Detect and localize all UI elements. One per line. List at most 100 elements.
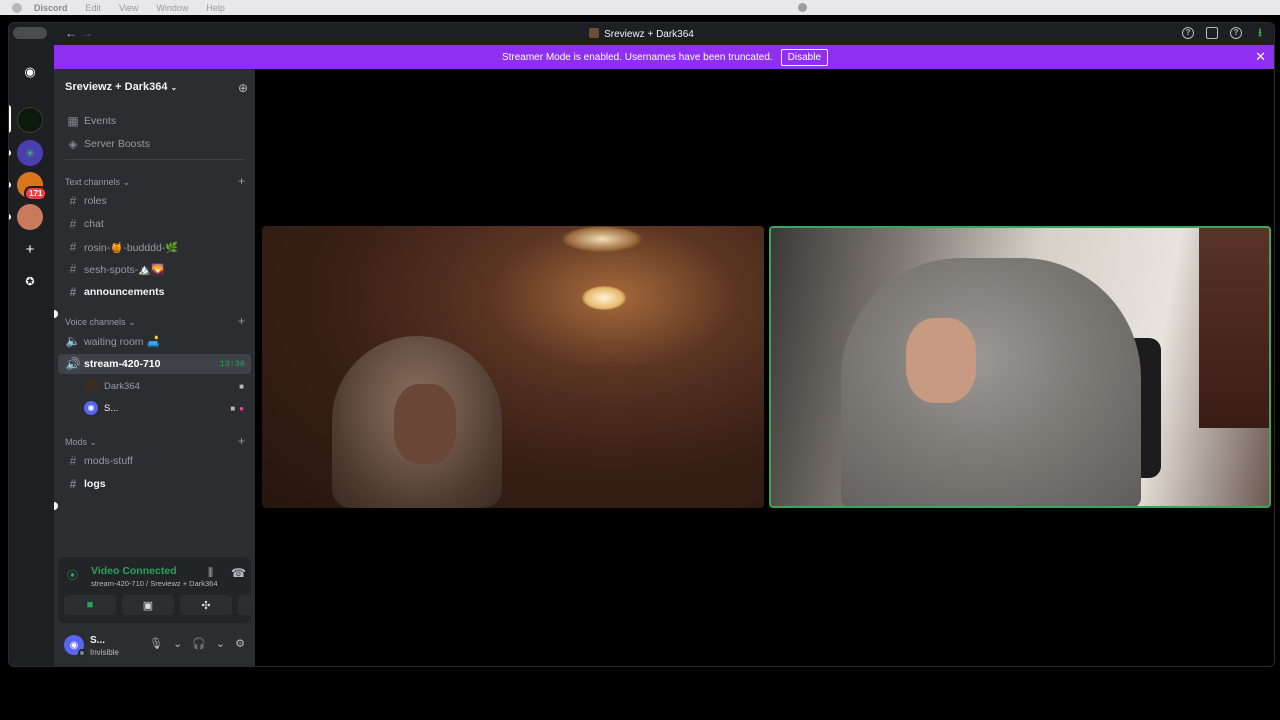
hashtag-icon: #: [69, 194, 77, 208]
titlebar-icons: ? ? ⭳: [1182, 27, 1266, 39]
add-channel-icon[interactable]: +: [238, 175, 245, 188]
menu-help[interactable]: Help: [206, 3, 225, 13]
video-icon: ■: [239, 381, 244, 391]
nitro-icon: ●: [239, 403, 244, 413]
server-name-header[interactable]: Sreviewz + Dark364 ⌄: [65, 81, 177, 93]
ceiling-light-image: [562, 226, 642, 252]
voice-channel-stream[interactable]: 🔊 stream-420-710 13:38: [58, 354, 251, 374]
download-icon[interactable]: ⭳: [1254, 27, 1266, 39]
chevron-down-icon[interactable]: ⌄: [216, 637, 225, 650]
discord-window: ← → Sreviewz + Dark364 ? ? ⭳ ◉ ✳ 171 + ✪…: [8, 22, 1275, 667]
mention-badge: 171: [24, 186, 48, 201]
sidebar-item-server-boosts[interactable]: ◈ Server Boosts: [58, 134, 251, 154]
hashtag-icon: #: [69, 262, 77, 276]
unread-indicator: [54, 310, 58, 318]
invite-people-icon[interactable]: ⊕: [238, 81, 248, 95]
hashtag-icon: #: [69, 454, 77, 468]
channel-chat[interactable]: # chat: [58, 214, 251, 234]
noise-suppression-icon[interactable]: ⫼: [208, 567, 213, 580]
unread-pill: [9, 182, 11, 188]
video-stage: [255, 69, 1274, 666]
category-voice-channels[interactable]: Voice channels ⌄ +: [65, 315, 245, 328]
hashtag-icon: #: [69, 285, 77, 299]
banner-text: Streamer Mode is enabled. Usernames have…: [501, 51, 773, 63]
discord-home-icon[interactable]: ◉: [17, 59, 43, 85]
headphones-icon[interactable]: 🎧: [192, 637, 206, 650]
add-channel-icon[interactable]: +: [238, 315, 245, 328]
settings-gear-icon[interactable]: ⚙: [235, 637, 245, 650]
channel-logs[interactable]: # logs: [58, 474, 251, 494]
chevron-down-icon[interactable]: ⌄: [173, 637, 182, 650]
close-icon[interactable]: ✕: [1255, 49, 1266, 65]
channel-sidebar: Sreviewz + Dark364 ⌄ ⊕ ▦ Events ◈ Server Bo…: [54, 69, 290, 666]
lamp-image: [582, 286, 626, 310]
window-title: Sreviewz + Dark364: [9, 28, 1274, 40]
selected-server-pill: [9, 105, 11, 133]
voice-connection-panel: ⦿ Video Connected stream-420-710 / Srevi…: [58, 557, 290, 623]
server-sreviewz-icon[interactable]: [17, 107, 43, 133]
menu-view[interactable]: View: [119, 3, 138, 13]
channel-rosin[interactable]: # rosin-🍯-budddd-🌿: [58, 237, 251, 257]
video-tile-dark364[interactable]: [262, 226, 764, 508]
help-icon[interactable]: ?: [1182, 27, 1194, 39]
voice-user-dark364[interactable]: Dark364 ■: [84, 377, 244, 395]
menu-edit[interactable]: Edit: [86, 3, 102, 13]
apple-icon[interactable]: [12, 2, 22, 13]
server-rail: ◉ ✳ 171 + ✪: [9, 45, 53, 666]
voice-channel-waiting-room[interactable]: 🔈 waiting room 🛋️: [58, 331, 251, 351]
username[interactable]: S...: [90, 635, 105, 646]
voice-status[interactable]: Video Connected: [91, 565, 177, 577]
menu-app-name[interactable]: Discord: [34, 3, 68, 13]
microphone-icon[interactable]: 🎙: [149, 637, 163, 650]
participant-video-image: [332, 336, 502, 508]
server-icon: [589, 28, 600, 38]
jacket-image: [1199, 228, 1269, 428]
boost-icon: ◈: [68, 137, 78, 151]
unread-pill: [9, 214, 11, 220]
chevron-down-icon: ⌄: [122, 177, 131, 187]
channel-timer: 13:38: [219, 359, 245, 369]
voice-user-self[interactable]: ◉ S... ■ ●: [84, 399, 244, 417]
unread-pill: [9, 150, 11, 156]
menu-window[interactable]: Window: [156, 3, 188, 13]
channel-roles[interactable]: # roles: [58, 191, 251, 211]
divider: [65, 159, 245, 160]
video-tile-self-speaking[interactable]: [769, 226, 1271, 508]
calendar-icon: ▦: [67, 114, 79, 128]
activities-button[interactable]: ✣: [180, 595, 232, 615]
avatar: [84, 379, 98, 393]
hashtag-icon: #: [69, 217, 77, 231]
chevron-down-icon: ⌄: [89, 437, 98, 447]
camera-indicator-icon: [798, 3, 807, 12]
category-mods[interactable]: Mods ⌄ +: [65, 435, 245, 448]
channel-mods-stuff[interactable]: # mods-stuff: [58, 451, 251, 471]
speaker-icon: 🔈: [65, 334, 81, 348]
server-avatar-icon[interactable]: [17, 204, 43, 230]
explore-compass-icon[interactable]: ✪: [17, 268, 43, 294]
camera-button[interactable]: ■: [64, 595, 116, 615]
screen-share-button[interactable]: ▣: [122, 595, 174, 615]
add-channel-icon[interactable]: +: [238, 435, 245, 448]
macos-menubar: Discord Edit View Window Help: [0, 0, 1280, 15]
chevron-down-icon: ⌄: [128, 317, 136, 327]
inbox-icon[interactable]: [1206, 27, 1218, 39]
titlebar: ← → Sreviewz + Dark364 ? ? ⭳: [9, 23, 1274, 45]
video-icon: ■: [230, 403, 236, 413]
signal-icon[interactable]: ⦿: [67, 567, 78, 583]
streamer-mode-banner: Streamer Mode is enabled. Usernames have…: [54, 45, 1274, 69]
channel-sesh-spots[interactable]: # sesh-spots-🏔️🌄: [58, 259, 251, 279]
sidebar-item-events[interactable]: ▦ Events: [58, 111, 251, 131]
user-status: Invisible: [90, 648, 119, 657]
category-text-channels[interactable]: Text channels ⌄ +: [65, 175, 245, 188]
support-icon[interactable]: ?: [1230, 27, 1242, 39]
avatar: ◉: [84, 401, 98, 415]
server-leaf-icon[interactable]: ✳: [17, 140, 43, 166]
add-server-icon[interactable]: +: [17, 236, 43, 262]
unread-indicator: [54, 502, 58, 510]
disable-button[interactable]: Disable: [780, 48, 829, 66]
channel-announcements[interactable]: # announcements: [58, 282, 251, 302]
speaker-icon: 🔊: [65, 357, 81, 371]
voice-channel-path[interactable]: stream-420-710 / Sreviewz + Dark364: [91, 579, 218, 588]
disconnect-icon[interactable]: ☎: [231, 566, 246, 580]
participant-video-image: [841, 258, 1141, 506]
